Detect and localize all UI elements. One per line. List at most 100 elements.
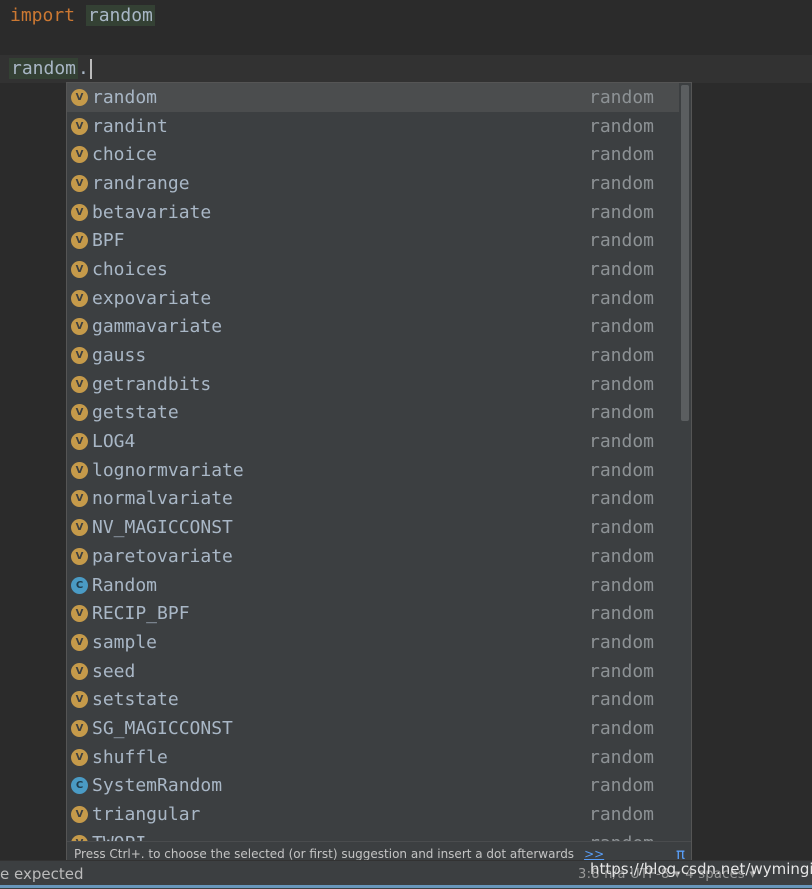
completion-item-name: random (92, 86, 158, 108)
variable-icon: V (71, 404, 88, 422)
variable-icon: V (71, 232, 88, 250)
variable-icon: V (71, 633, 88, 651)
completion-item-type: random (589, 373, 655, 395)
completion-item-type: random (589, 144, 655, 166)
completion-item-type: random (589, 574, 655, 596)
text-caret (89, 59, 92, 79)
completion-item[interactable]: Vrandint random (67, 112, 679, 141)
completion-item[interactable]: V SG_MAGICCONST random (67, 714, 679, 743)
variable-icon: V (71, 289, 88, 307)
completion-item-type: random (589, 287, 655, 309)
variable-icon: V (71, 662, 88, 680)
completion-item[interactable]: Vnormalvariate random (67, 485, 679, 514)
completion-item-type: random (589, 517, 655, 539)
completion-item[interactable]: Vchoice random (67, 140, 679, 169)
completion-item[interactable]: Vtriangular random (67, 800, 679, 829)
completion-item-type: random (589, 230, 655, 252)
variable-icon: V (71, 519, 88, 537)
completion-item-type: random (589, 115, 655, 137)
completion-popup[interactable]: Vrandom random Vrandint random Vchoice random… (66, 82, 692, 866)
completion-item[interactable]: V BPF random (67, 226, 679, 255)
class-icon: C (71, 576, 88, 594)
completion-item[interactable]: Vchoices random (67, 255, 679, 284)
completion-list[interactable]: Vrandom random Vrandint random Vchoice random… (67, 83, 679, 843)
variable-icon: V (71, 375, 88, 393)
completion-item[interactable]: V LOG4 random (67, 427, 679, 456)
completion-item-name: normalvariate (92, 488, 233, 510)
variable-icon: V (71, 461, 88, 479)
completion-item-name: gammavariate (92, 316, 223, 338)
variable-icon: V (71, 88, 88, 106)
variable-icon: V (71, 691, 88, 709)
variable-icon: V (71, 433, 88, 451)
code-editor[interactable]: import random random. Vrandom random Vrand… (0, 0, 812, 866)
variable-icon: V (71, 490, 88, 508)
code-line-3[interactable]: random. (0, 55, 812, 83)
completion-item[interactable]: Vrandrange random (67, 169, 679, 198)
hint-more-link[interactable]: >> (584, 847, 604, 861)
completion-item-name: setstate (92, 689, 179, 711)
completion-item[interactable]: Vrandom random (67, 83, 679, 112)
status-message: e expected (0, 865, 84, 883)
completion-item-name: BPF (92, 230, 125, 252)
typed-identifier: random (9, 58, 79, 79)
completion-item-name: randint (92, 115, 168, 137)
completion-item-name: getstate (92, 402, 179, 424)
completion-item-name: gauss (92, 345, 147, 367)
completion-item[interactable]: Vgetrandbits random (67, 370, 679, 399)
variable-icon: V (71, 347, 88, 365)
completion-item[interactable]: Vseed random (67, 657, 679, 686)
completion-item[interactable]: C SystemRandom random (67, 772, 679, 801)
completion-item[interactable]: Vgammavariate random (67, 313, 679, 342)
variable-icon: V (71, 174, 88, 192)
scrollbar-thumb[interactable] (681, 85, 689, 421)
completion-item-type: random (589, 488, 655, 510)
completion-item-name: shuffle (92, 746, 168, 768)
completion-item-type: random (589, 689, 655, 711)
completion-item[interactable]: V NV_MAGICCONST random (67, 513, 679, 542)
completion-item[interactable]: Vgauss random (67, 341, 679, 370)
variable-icon: V (71, 260, 88, 278)
code-line-1[interactable]: import random (0, 2, 812, 30)
completion-item-name: sample (92, 631, 158, 653)
completion-item-type: random (589, 258, 655, 280)
code-line-2[interactable] (0, 28, 812, 54)
completion-item-name: SG_MAGICCONST (92, 717, 233, 739)
watermark-url: https://blog.csdn.net/wymingid (590, 860, 812, 878)
completion-item-name: NV_MAGICCONST (92, 517, 233, 539)
completion-item[interactable]: Vsetstate random (67, 685, 679, 714)
completion-item-type: random (589, 746, 655, 768)
completion-item-type: random (589, 459, 655, 481)
completion-item-name: RECIP_BPF (92, 603, 190, 625)
completion-item[interactable]: Vlognormvariate random (67, 456, 679, 485)
completion-item-name: expovariate (92, 287, 212, 309)
module-name: random (85, 5, 155, 26)
variable-icon: V (71, 719, 88, 737)
completion-item[interactable]: Vsample random (67, 628, 679, 657)
variable-icon: V (71, 146, 88, 164)
variable-icon: V (71, 117, 88, 135)
completion-item[interactable]: Vshuffle random (67, 743, 679, 772)
completion-item-type: random (589, 201, 655, 223)
completion-item[interactable]: C Random random (67, 571, 679, 600)
completion-item-name: Random (92, 574, 158, 596)
completion-item[interactable]: Vgetstate random (67, 399, 679, 428)
completion-item-type: random (589, 631, 655, 653)
completion-item-name: seed (92, 660, 136, 682)
variable-icon: V (71, 748, 88, 766)
variable-icon: V (71, 806, 88, 824)
variable-icon: V (71, 318, 88, 336)
completion-item-name: choice (92, 144, 158, 166)
completion-item[interactable]: Vexpovariate random (67, 284, 679, 313)
completion-item-type: random (589, 775, 655, 797)
completion-item-name: betavariate (92, 201, 212, 223)
completion-item[interactable]: Vparetovariate random (67, 542, 679, 571)
completion-item-type: random (589, 172, 655, 194)
completion-item[interactable]: Vbetavariate random (67, 198, 679, 227)
completion-item-name: SystemRandom (92, 775, 223, 797)
completion-item-name: lognormvariate (92, 459, 244, 481)
completion-scrollbar[interactable] (679, 85, 689, 843)
completion-item[interactable]: V RECIP_BPF random (67, 599, 679, 628)
completion-item-type: random (589, 86, 655, 108)
variable-icon: V (71, 547, 88, 565)
